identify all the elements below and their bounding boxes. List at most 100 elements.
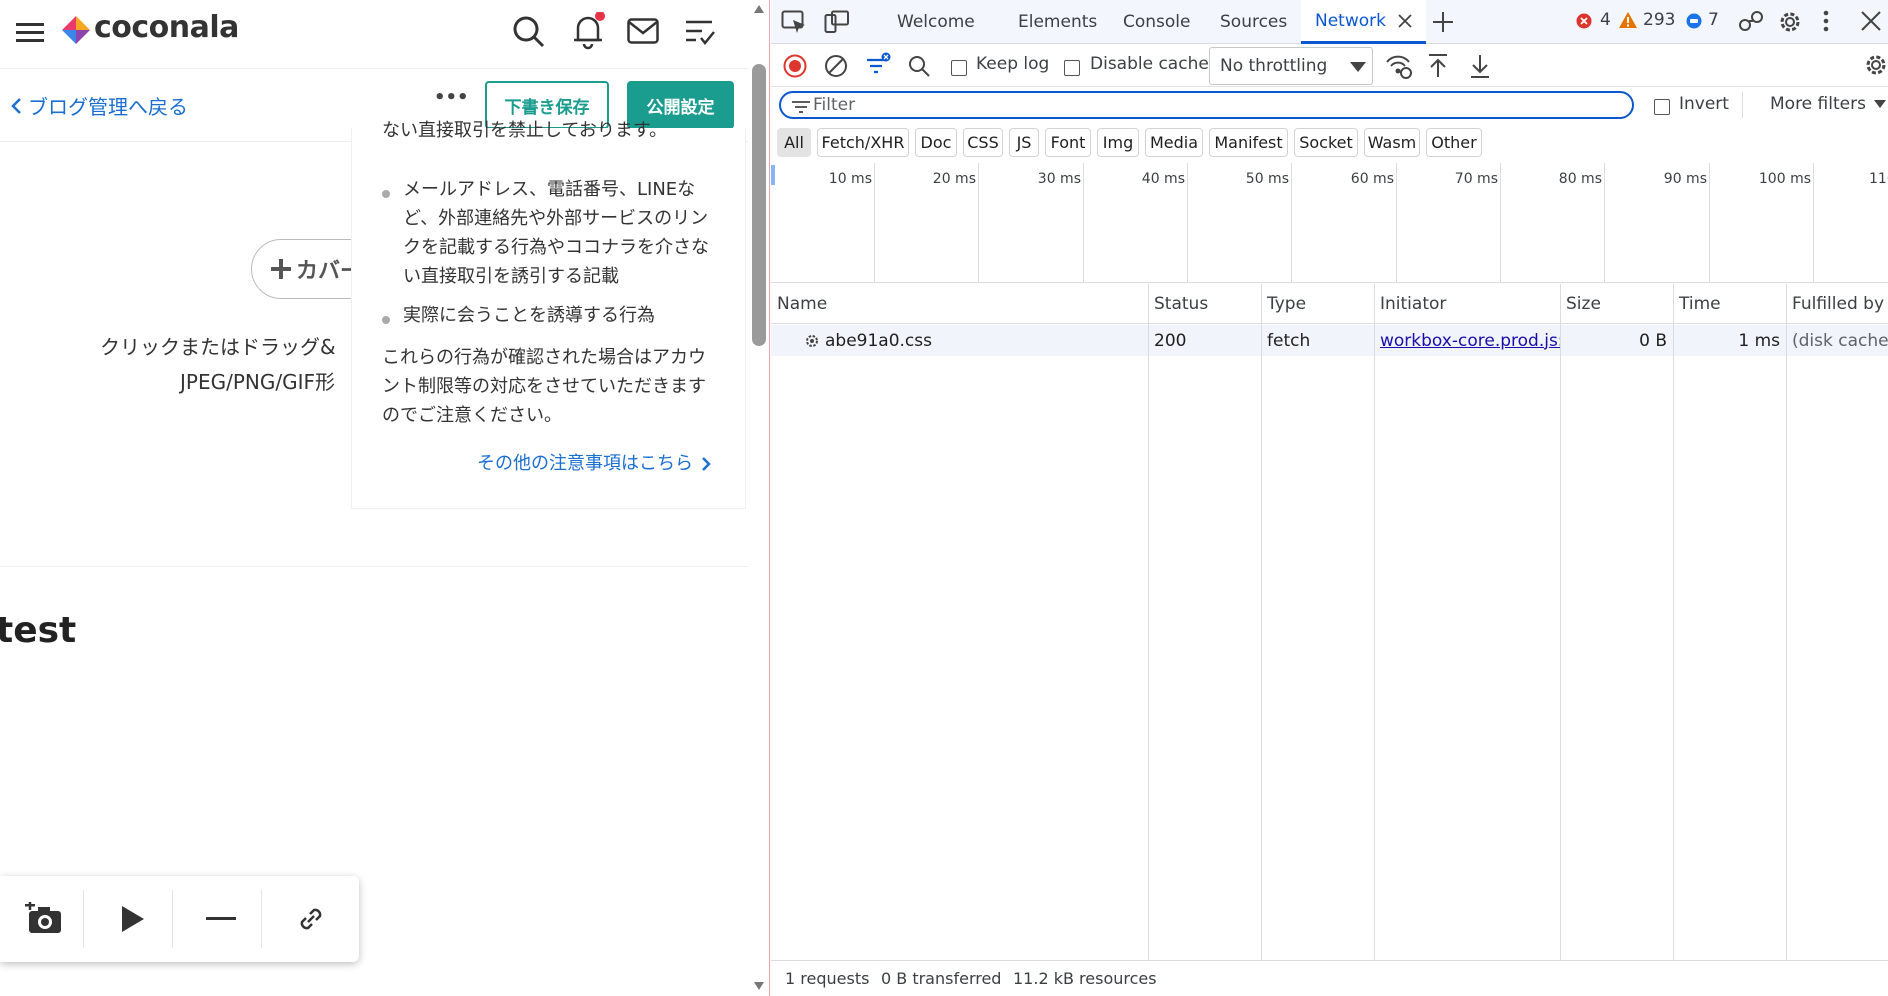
toolbar-divider bbox=[1742, 92, 1743, 118]
chip-other[interactable]: Other bbox=[1426, 128, 1482, 157]
toolbar-separator bbox=[83, 890, 84, 948]
column-header-status[interactable]: Status bbox=[1148, 284, 1261, 324]
throttling-select[interactable]: No throttling bbox=[1209, 47, 1373, 85]
hamburger-menu-icon[interactable] bbox=[16, 22, 44, 44]
settings-gear-icon[interactable] bbox=[1777, 9, 1803, 35]
disable-cache-label[interactable]: Disable cache bbox=[1090, 54, 1209, 74]
column-header-name[interactable]: Name bbox=[771, 284, 1148, 324]
chevron-right-icon bbox=[701, 456, 711, 472]
search-network-icon[interactable] bbox=[907, 54, 931, 78]
article-title[interactable]: test bbox=[0, 610, 76, 651]
info-count[interactable]: 7 bbox=[1708, 10, 1719, 30]
column-divider bbox=[1786, 284, 1787, 960]
chip-img[interactable]: Img bbox=[1097, 128, 1139, 157]
tick-label: 90 ms bbox=[1663, 171, 1707, 187]
network-settings-gear-icon[interactable] bbox=[1863, 52, 1888, 78]
upload-hint-line1: クリックまたはドラッグ& bbox=[100, 335, 336, 359]
device-toolbar-icon[interactable] bbox=[824, 10, 850, 34]
disable-cache-checkbox[interactable] bbox=[1064, 57, 1080, 76]
site-header: coconala bbox=[0, 0, 756, 69]
chip-manifest[interactable]: Manifest bbox=[1209, 128, 1288, 157]
column-header-size[interactable]: Size bbox=[1560, 284, 1673, 324]
insert-link-button[interactable] bbox=[266, 876, 355, 962]
timeline-tick: 10 ms bbox=[829, 163, 875, 283]
invert-label[interactable]: Invert bbox=[1679, 94, 1729, 114]
site-logo-text[interactable]: coconala bbox=[94, 10, 239, 45]
close-devtools-icon[interactable] bbox=[1861, 11, 1881, 31]
error-count[interactable]: 4 bbox=[1600, 10, 1611, 30]
tick-label: 100 ms bbox=[1758, 171, 1811, 187]
filter-toggle-icon[interactable] bbox=[865, 52, 891, 78]
network-timeline-overview[interactable]: 10 ms 20 ms 30 ms 40 ms 50 ms 60 ms 70 m… bbox=[771, 163, 1888, 283]
tab-sources[interactable]: Sources bbox=[1212, 0, 1295, 44]
add-tab-icon[interactable] bbox=[1432, 11, 1454, 33]
chip-socket[interactable]: Socket bbox=[1294, 128, 1358, 157]
tick-label: 80 ms bbox=[1558, 171, 1602, 187]
timeline-tick: 40 ms bbox=[1142, 163, 1188, 283]
more-options-button[interactable]: ••• bbox=[434, 87, 469, 108]
tab-network[interactable]: Network bbox=[1301, 0, 1426, 44]
record-stop-icon[interactable] bbox=[783, 54, 807, 78]
timeline-tick: 20 ms bbox=[933, 163, 979, 283]
keep-log-label[interactable]: Keep log bbox=[976, 54, 1049, 74]
connection-icon[interactable] bbox=[1738, 9, 1764, 33]
back-to-blog-link[interactable]: ブログ管理へ戻る bbox=[10, 91, 188, 120]
scroll-up-icon[interactable] bbox=[754, 5, 764, 13]
warning-count[interactable]: 293 bbox=[1643, 10, 1675, 30]
more-vertical-icon[interactable] bbox=[1823, 10, 1829, 32]
info-icon[interactable] bbox=[1686, 13, 1702, 29]
insert-divider-button[interactable] bbox=[176, 876, 265, 962]
invert-checkbox[interactable] bbox=[1654, 96, 1670, 115]
notification-bell-icon[interactable] bbox=[571, 12, 605, 50]
notice-item1-line: メールアドレス、電話番号、LINEな bbox=[403, 179, 696, 200]
timeline-marker bbox=[771, 165, 775, 185]
chip-font[interactable]: Font bbox=[1045, 128, 1091, 157]
scroll-down-icon[interactable] bbox=[754, 982, 764, 990]
filter-input[interactable]: Filter bbox=[779, 91, 1634, 119]
tab-console[interactable]: Console bbox=[1115, 0, 1199, 44]
column-header-initiator[interactable]: Initiator bbox=[1374, 284, 1560, 324]
notice-item1-line: クを記載する行為やココナラを介さな bbox=[403, 237, 709, 258]
table-row[interactable]: abe91a0.css 200 fetch workbox-core.prod.… bbox=[771, 325, 1888, 356]
notice-item1-line: い直接取引を誘引する記載 bbox=[403, 266, 619, 287]
chip-all[interactable]: All bbox=[777, 128, 811, 157]
throttling-value: No throttling bbox=[1220, 56, 1328, 76]
inspect-element-icon[interactable] bbox=[781, 10, 807, 34]
request-initiator-link[interactable]: workbox-core.prod.js:1 bbox=[1380, 325, 1560, 356]
error-icon[interactable] bbox=[1576, 13, 1592, 29]
insert-video-button[interactable] bbox=[87, 876, 176, 962]
task-list-icon[interactable] bbox=[684, 18, 716, 46]
warning-icon[interactable] bbox=[1619, 12, 1637, 28]
more-notices-link[interactable]: その他の注意事項はこちら bbox=[477, 449, 711, 478]
column-divider bbox=[1560, 284, 1561, 960]
mail-icon[interactable] bbox=[627, 18, 659, 44]
chip-media[interactable]: Media bbox=[1145, 128, 1203, 157]
chip-css[interactable]: CSS bbox=[963, 128, 1003, 157]
resource-type-filters: All Fetch/XHR Doc CSS JS Font Img Media … bbox=[771, 125, 1888, 161]
tab-elements[interactable]: Elements bbox=[1010, 0, 1105, 44]
chip-fetch-xhr[interactable]: Fetch/XHR bbox=[817, 128, 909, 157]
column-header-fulfilled-by[interactable]: Fulfilled by bbox=[1786, 284, 1888, 324]
more-filters-dropdown[interactable]: More filters bbox=[1770, 94, 1886, 114]
timeline-tick: 30 ms bbox=[1038, 163, 1084, 283]
column-header-type[interactable]: Type bbox=[1261, 284, 1374, 324]
clear-icon[interactable] bbox=[824, 54, 848, 78]
column-header-time[interactable]: Time bbox=[1673, 284, 1786, 324]
search-icon[interactable] bbox=[512, 15, 546, 49]
tick-label: 110 ms bbox=[1869, 171, 1888, 187]
page-scrollbar-thumb[interactable] bbox=[752, 64, 766, 346]
tab-welcome[interactable]: Welcome bbox=[889, 0, 983, 44]
network-conditions-icon[interactable] bbox=[1385, 53, 1413, 79]
insert-image-button[interactable] bbox=[0, 876, 89, 962]
notice-para-line: これらの行為が確認された場合はアカウ bbox=[382, 347, 706, 368]
import-har-icon[interactable] bbox=[1427, 53, 1449, 79]
chip-wasm[interactable]: Wasm bbox=[1364, 128, 1420, 157]
chip-doc[interactable]: Doc bbox=[915, 128, 957, 157]
close-tab-icon[interactable] bbox=[1398, 13, 1412, 28]
timeline-tick: 50 ms bbox=[1246, 163, 1292, 283]
filter-placeholder: Filter bbox=[813, 95, 856, 115]
back-link-label: ブログ管理へ戻る bbox=[28, 95, 188, 119]
export-har-icon[interactable] bbox=[1469, 53, 1491, 79]
keep-log-checkbox[interactable] bbox=[951, 57, 967, 76]
chip-js[interactable]: JS bbox=[1009, 128, 1039, 157]
